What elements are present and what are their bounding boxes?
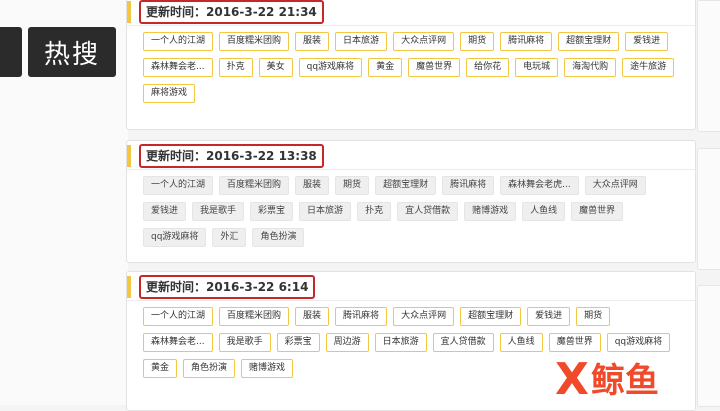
keyword-tag[interactable]: 超额宝理财 <box>558 32 620 51</box>
panel-accent-bar <box>127 145 131 167</box>
keyword-tag[interactable]: 腾讯麻将 <box>500 32 553 51</box>
keyword-tag[interactable]: 宜人贷借款 <box>397 202 459 221</box>
whale-logo-watermark: X 鲸鱼 <box>555 352 659 404</box>
keyword-tag[interactable]: qq游戏麻将 <box>606 333 671 352</box>
keyword-tag[interactable]: 魔兽世界 <box>571 202 624 221</box>
update-time: 更新时间：2016-3-22 13:38 <box>139 144 324 168</box>
keyword-tag-list: 一个人的江湖 百度糯米团购 服装 日本旅游 大众点评网 期货 腾讯麻将 超额宝理财 爱钱进森林舞… <box>127 26 695 110</box>
keyword-tag[interactable]: 一个人的江湖 <box>143 307 214 326</box>
watermark-x-mark: X <box>555 354 589 405</box>
keyword-tag[interactable]: 服装 <box>295 307 330 326</box>
keyword-tag[interactable]: 森林舞会老... <box>143 333 213 352</box>
keyword-tag[interactable]: 赌博游戏 <box>464 202 517 221</box>
keyword-tag[interactable]: 魔兽世界 <box>408 58 461 77</box>
keyword-tag[interactable]: 宜人贷借款 <box>432 333 494 352</box>
keyword-tag[interactable]: 黄金 <box>368 58 403 77</box>
keyword-tag[interactable]: 赌博游戏 <box>241 359 294 378</box>
keyword-tag[interactable]: 魔兽世界 <box>548 333 601 352</box>
keyword-tag[interactable]: 森林舞会老... <box>143 58 213 77</box>
keyword-tag[interactable]: 百度糯米团购 <box>219 176 290 195</box>
panel-header: 更新时间：2016-3-22 6:14 <box>127 272 695 301</box>
keyword-tag[interactable]: 大众点评网 <box>393 307 455 326</box>
keyword-tag[interactable]: 服装 <box>295 176 330 195</box>
ghost-panel-right <box>697 285 720 407</box>
keyword-tag[interactable]: 角色扮演 <box>252 228 305 247</box>
keyword-tag[interactable]: qq游戏麻将 <box>298 58 363 77</box>
keyword-tag[interactable]: 腾讯麻将 <box>335 307 388 326</box>
keyword-tag[interactable]: 爱钱进 <box>527 307 571 326</box>
update-panel-1: 更新时间：2016-3-22 21:34 一个人的江湖 百度糯米团购 服装 日本旅游大… <box>126 0 696 130</box>
keyword-tag[interactable]: 我是歌手 <box>218 333 271 352</box>
keyword-tag[interactable]: 周边游 <box>325 333 369 352</box>
keyword-tag[interactable]: 彩票宝 <box>276 333 320 352</box>
keyword-tag[interactable]: 麻将游戏 <box>143 84 196 103</box>
ghost-panel-right <box>697 148 720 270</box>
keyword-tag[interactable]: qq游戏麻将 <box>143 228 207 247</box>
keyword-tag[interactable]: 爱钱进 <box>625 32 669 51</box>
keyword-tag[interactable]: 外汇 <box>212 228 247 247</box>
keyword-tag[interactable]: 美女 <box>258 58 293 77</box>
ghost-panel-right <box>697 0 720 132</box>
keyword-tag[interactable]: 扑克 <box>357 202 392 221</box>
watermark-text: 鲸鱼 <box>590 361 659 401</box>
keyword-tag[interactable]: 日本旅游 <box>335 32 388 51</box>
panel-accent-bar <box>127 276 131 298</box>
keyword-tag[interactable]: 大众点评网 <box>393 32 455 51</box>
keyword-tag[interactable]: 腾讯麻将 <box>442 176 495 195</box>
keyword-tag[interactable]: 日本旅游 <box>299 202 352 221</box>
keyword-tag[interactable]: 一个人的江湖 <box>143 176 214 195</box>
keyword-tag[interactable]: 大众点评网 <box>584 176 646 195</box>
keyword-tag[interactable]: 途牛旅游 <box>622 58 675 77</box>
panel-accent-bar <box>127 1 131 23</box>
keyword-tag[interactable]: 一个人的江湖 <box>143 32 214 51</box>
keyword-tag[interactable]: 给你花 <box>466 58 510 77</box>
panel-header: 更新时间：2016-3-22 13:38 <box>127 141 695 170</box>
keyword-tag[interactable]: 扑克 <box>218 58 253 77</box>
keyword-tag[interactable]: 黄金 <box>143 359 178 378</box>
prev-tab-edge[interactable] <box>0 27 22 77</box>
keyword-tag[interactable]: 人鱼线 <box>522 202 566 221</box>
hot-search-tab[interactable]: 热搜 <box>28 27 116 77</box>
keyword-tag[interactable]: 海淘代购 <box>564 58 617 77</box>
keyword-tag[interactable]: 爱钱进 <box>143 202 187 221</box>
keyword-tag[interactable]: 期货 <box>335 176 370 195</box>
keyword-tag[interactable]: 百度糯米团购 <box>219 307 290 326</box>
keyword-tag-list: 一个人的江湖 百度糯米团购 服装 期货 超额宝理财 腾讯麻将 森林舞会老虎... 大众点评网爱… <box>127 170 695 254</box>
keyword-tag[interactable]: 彩票宝 <box>250 202 294 221</box>
keyword-tag[interactable]: 期货 <box>460 32 495 51</box>
keyword-tag[interactable]: 日本旅游 <box>374 333 427 352</box>
keyword-tag[interactable]: 超额宝理财 <box>460 307 522 326</box>
keyword-tag[interactable]: 我是歌手 <box>192 202 245 221</box>
panel-header: 更新时间：2016-3-22 21:34 <box>127 0 695 26</box>
keyword-tag[interactable]: 森林舞会老虎... <box>500 176 579 195</box>
update-time: 更新时间：2016-3-22 6:14 <box>139 275 316 299</box>
keyword-tag[interactable]: 服装 <box>295 32 330 51</box>
update-time: 更新时间：2016-3-22 21:34 <box>139 0 324 24</box>
keyword-tag[interactable]: 电玩城 <box>515 58 559 77</box>
keyword-tag[interactable]: 超额宝理财 <box>375 176 437 195</box>
update-panel-2: 更新时间：2016-3-22 13:38 一个人的江湖 百度糯米团购 服装 期货 超额宝… <box>126 140 696 263</box>
hot-search-label: 热搜 <box>43 39 100 70</box>
keyword-tag[interactable]: 期货 <box>576 307 611 326</box>
keyword-tag[interactable]: 百度糯米团购 <box>219 32 290 51</box>
keyword-tag[interactable]: 人鱼线 <box>499 333 543 352</box>
keyword-tag[interactable]: 角色扮演 <box>183 359 236 378</box>
